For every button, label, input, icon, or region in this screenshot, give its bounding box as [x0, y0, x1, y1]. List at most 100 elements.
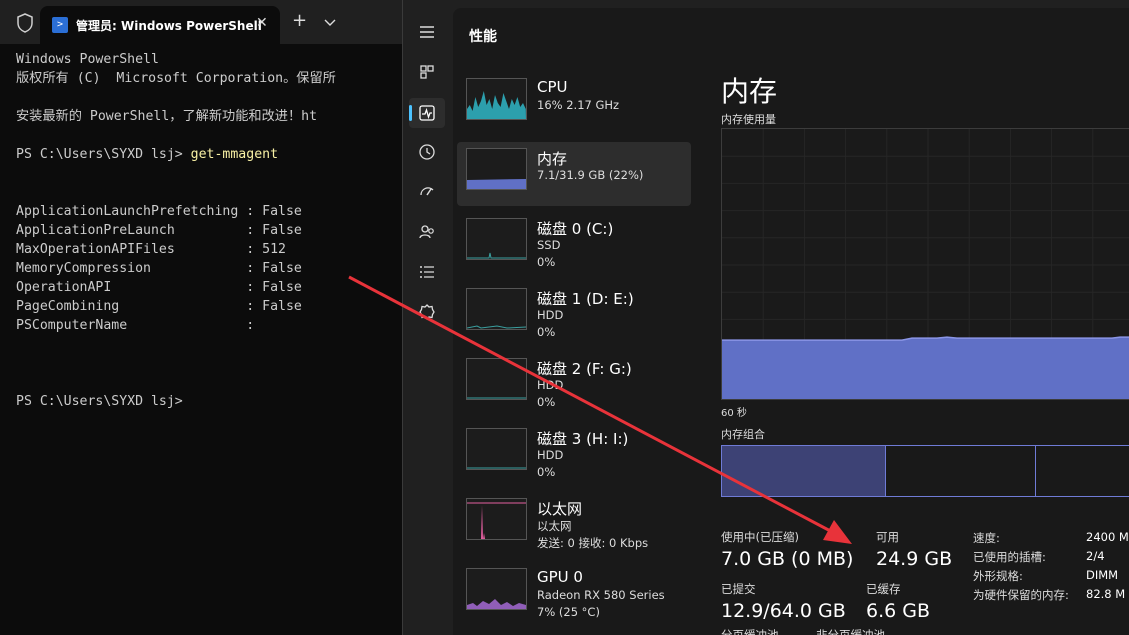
spec-value: 2400 M [1086, 530, 1129, 544]
sidebar-thumbnail-graph [466, 148, 527, 190]
sidebar-item-detail: 发送: 0 接收: 0 Kbps [537, 536, 649, 550]
terminal-line-text: 版权所有 (C) Microsoft Corporation。保留所 [16, 71, 336, 86]
nonpaged-pool-label: 非分页缓冲池 [816, 628, 885, 635]
terminal-line-text: Windows PowerShell [16, 52, 159, 67]
spec-key: 为硬件保留的内存: [973, 588, 1069, 602]
services-icon[interactable] [415, 300, 439, 324]
spec-key: 速度: [973, 531, 1000, 545]
details-icon[interactable] [415, 260, 439, 284]
terminal-line-text: ApplicationPreLaunch : False [16, 223, 302, 238]
new-tab-button[interactable]: + [292, 12, 307, 30]
in-use-label: 使用中(已压缩) [721, 530, 799, 544]
terminal-line: PS C:\Users\SYXD lsj> [16, 392, 183, 411]
paged-pool-label: 分页缓冲池 [721, 628, 779, 635]
nav-selection-indicator [409, 105, 412, 121]
sidebar-thumbnail-graph [466, 568, 527, 610]
terminal-line: MaxOperationAPIFiles : 512 [16, 240, 286, 259]
sparkline-shape [467, 252, 526, 259]
sidebar-item-detail: 0% [537, 465, 556, 479]
thumbnail-sparkline [467, 252, 526, 259]
terminal-tab-bar: > 管理员: Windows PowerShell ✕ + [0, 0, 410, 44]
users-icon[interactable] [415, 220, 439, 244]
processes-icon[interactable] [415, 60, 439, 84]
sidebar-item-subtitle: HDD [537, 378, 564, 392]
sparkline-shape [467, 91, 526, 119]
sidebar-item-subtitle: Radeon RX 580 Series [537, 588, 665, 602]
terminal-line-text: MemoryCompression : False [16, 261, 302, 276]
sidebar-item-subtitle: 7.1/31.9 GB (22%) [537, 168, 644, 182]
memory-composition-label: 内存组合 [721, 428, 765, 441]
thumbnail-sparkline [467, 325, 526, 329]
terminal-command: get-mmagent [190, 147, 279, 162]
terminal-line-text: PageCombining : False [16, 299, 302, 314]
sidebar-item-subtitle: 16% 2.17 GHz [537, 98, 620, 112]
sidebar-item-name: 磁盘 0 (C:) [537, 220, 614, 238]
thumbnail-sparkline [467, 179, 526, 189]
terminal-tab-title: 管理员: Windows PowerShell [76, 19, 262, 33]
sidebar-item-subtitle: HDD [537, 308, 564, 322]
spec-value: DIMM [1086, 568, 1119, 582]
terminal-line-text: OperationAPI : False [16, 280, 302, 295]
app-history-icon[interactable] [415, 140, 439, 164]
terminal-line-text: ApplicationLaunchPrefetching : False [16, 204, 302, 219]
sidebar-item-name: GPU 0 [537, 568, 583, 586]
sidebar-item-disk-3[interactable]: 磁盘 3 (H: I:) HDD 0% [457, 422, 691, 486]
terminal-line: Windows PowerShell [16, 50, 159, 69]
sidebar-item-disk-1[interactable]: 磁盘 1 (D: E:) HDD 0% [457, 282, 691, 346]
terminal-line: PS C:\Users\SYXD lsj> get-mmagent [16, 145, 278, 164]
memory-usage-graph [721, 128, 1129, 400]
thumbnail-sparkline [467, 599, 526, 609]
sparkline-shape [467, 505, 526, 539]
terminal-tab[interactable]: > 管理员: Windows PowerShell ✕ [40, 6, 280, 44]
sidebar-thumbnail-graph [466, 498, 527, 540]
sidebar-item-ethernet[interactable]: 以太网 以太网 发送: 0 接收: 0 Kbps [457, 492, 691, 556]
sidebar-item-name: 磁盘 3 (H: I:) [537, 430, 629, 448]
sidebar-item-name: 磁盘 2 (F: G:) [537, 360, 632, 378]
terminal-output[interactable]: Windows PowerShell 版权所有 (C) Microsoft Cor… [16, 50, 410, 630]
thumbnail-sparkline [467, 91, 526, 119]
terminal-line-text: 安装最新的 PowerShell，了解新功能和改进！ht [16, 109, 318, 124]
spec-key: 外形规格: [973, 569, 1023, 583]
thumbnail-sparkline [467, 467, 526, 469]
sidebar-item-gpu-0[interactable]: GPU 0 Radeon RX 580 Series 7% (25 °C) [457, 562, 691, 626]
in-use-value: 7.0 GB (0 MB) [721, 548, 854, 570]
terminal-line: ApplicationPreLaunch : False [16, 221, 302, 240]
terminal-line-text: PSComputerName : [16, 318, 255, 333]
close-tab-button[interactable]: ✕ [256, 15, 268, 31]
composition-free [1036, 446, 1129, 496]
sidebar-item-cpu[interactable]: CPU 16% 2.17 GHz [457, 72, 691, 136]
sidebar-item-subtitle: 以太网 [537, 519, 572, 533]
available-label: 可用 [876, 530, 899, 544]
terminal-line: ApplicationLaunchPrefetching : False [16, 202, 302, 221]
sidebar-item-subtitle: SSD [537, 238, 561, 252]
sidebar-item-subtitle: HDD [537, 448, 564, 462]
memory-usage-chart [722, 129, 1129, 399]
sidebar-item-detail: 0% [537, 325, 556, 339]
terminal-line: OperationAPI : False [16, 278, 302, 297]
spec-value: 82.8 M [1086, 587, 1126, 601]
chevron-down-icon[interactable] [322, 14, 338, 30]
shield-icon [17, 13, 33, 33]
memory-detail-panel: 内存 内存使用量 60 秒 内存组合 使用中(已压缩) 7.0 GB (0 MB… [719, 8, 1129, 635]
memory-usage-label: 内存使用量 [721, 113, 776, 126]
sidebar-item-detail: 0% [537, 255, 556, 269]
task-manager-window: 性能 CPU 16% 2.17 GHz 内存 7.1/31.9 GB (22%) 磁盘 … [402, 0, 1129, 635]
sidebar-item-name: 内存 [537, 150, 568, 168]
page-title: 性能 [469, 29, 497, 45]
terminal-line: PageCombining : False [16, 297, 302, 316]
detail-heading: 内存 [721, 75, 778, 108]
hamburger-icon[interactable] [415, 20, 439, 44]
thumbnail-sparkline [467, 397, 526, 399]
sidebar-item-memory[interactable]: 内存 7.1/31.9 GB (22%) [457, 142, 691, 206]
thumbnail-sparkline [467, 502, 526, 539]
terminal-line: PSComputerName : [16, 316, 254, 335]
terminal-line: MemoryCompression : False [16, 259, 302, 278]
startup-apps-icon[interactable] [415, 180, 439, 204]
sidebar-item-disk-2[interactable]: 磁盘 2 (F: G:) HDD 0% [457, 352, 691, 416]
performance-icon[interactable] [415, 101, 439, 125]
committed-label: 已提交 [721, 582, 756, 596]
available-value: 24.9 GB [876, 548, 953, 570]
sparkline-shape [467, 179, 526, 189]
sidebar-item-disk-0[interactable]: 磁盘 0 (C:) SSD 0% [457, 212, 691, 276]
sparkline-shape [467, 325, 526, 329]
